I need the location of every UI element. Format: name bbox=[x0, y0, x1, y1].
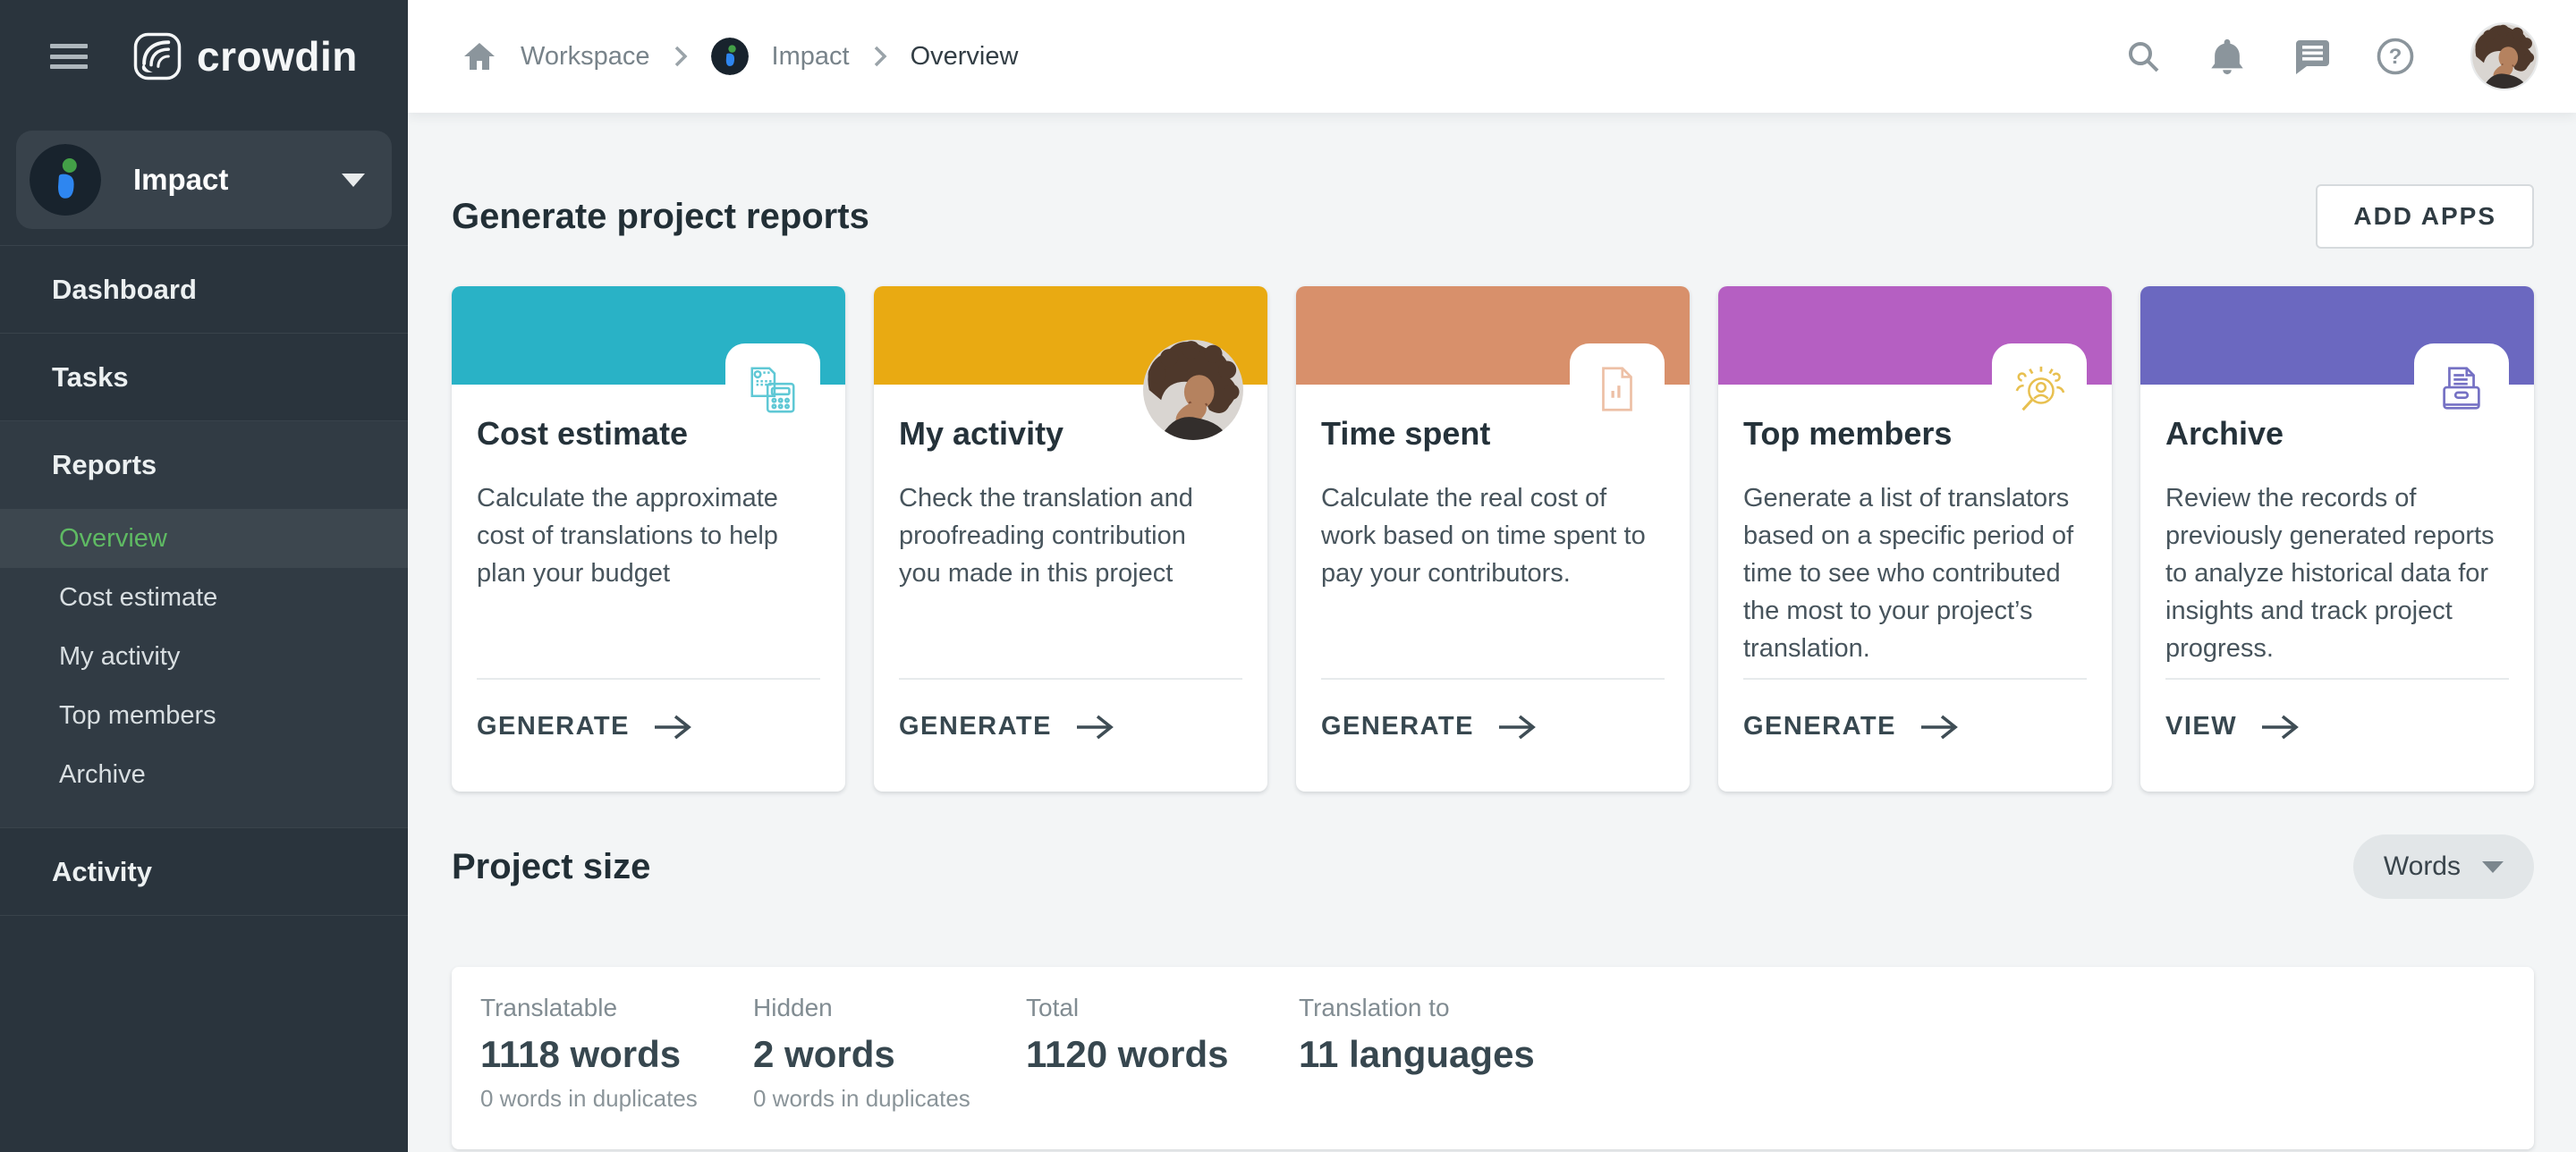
crowdin-logo-icon bbox=[132, 31, 182, 81]
topbar-actions: ? bbox=[2123, 22, 2538, 90]
svg-text:?: ? bbox=[2389, 45, 2402, 69]
arrow-right-icon bbox=[1919, 713, 1959, 741]
sidebar-item-reports-overview[interactable]: Overview bbox=[0, 509, 408, 568]
reports-section-header: Generate project reports ADD APPS bbox=[452, 184, 2534, 249]
breadcrumb-current-page: Overview bbox=[911, 42, 1019, 72]
card-title: Time spent bbox=[1321, 415, 1665, 453]
report-card-archive[interactable]: Archive Review the records of previously… bbox=[2140, 286, 2534, 792]
arrow-right-icon bbox=[1075, 713, 1114, 741]
messages-icon[interactable] bbox=[2292, 37, 2331, 76]
chevron-down-icon bbox=[2482, 861, 2504, 873]
generate-link[interactable]: GENERATE bbox=[477, 712, 692, 741]
card-title: Top members bbox=[1743, 415, 2087, 453]
sidebar-nav: Dashboard Tasks Reports Overview Cost es… bbox=[0, 245, 408, 916]
user-photo-avatar bbox=[1143, 340, 1243, 440]
card-title: Cost estimate bbox=[477, 415, 820, 453]
stat-hidden: Hidden 2 words 0 words in duplicates bbox=[753, 994, 1026, 1149]
time-spent-icon bbox=[1589, 361, 1645, 417]
chevron-right-icon bbox=[674, 45, 688, 68]
unit-selector-dropdown[interactable]: Words bbox=[2353, 834, 2534, 899]
sidebar-item-reports[interactable]: Reports bbox=[0, 421, 408, 509]
card-description: Calculate the approximate cost of transl… bbox=[477, 479, 812, 592]
notifications-bell-icon[interactable] bbox=[2207, 37, 2247, 76]
arrow-right-icon bbox=[2260, 713, 2300, 741]
card-description: Generate a list of translators based on … bbox=[1743, 479, 2079, 667]
card-description: Review the records of previously generat… bbox=[2165, 479, 2501, 667]
cost-estimate-icon bbox=[745, 361, 801, 417]
report-card-my-activity[interactable]: My activity Check the translation and pr… bbox=[874, 286, 1267, 792]
stat-translation-to: Translation to 11 languages bbox=[1299, 994, 1572, 1149]
project-avatar bbox=[30, 144, 101, 216]
add-apps-button[interactable]: ADD APPS bbox=[2316, 184, 2534, 249]
project-selector[interactable]: Impact bbox=[16, 131, 392, 229]
arrow-right-icon bbox=[653, 713, 692, 741]
sidebar-item-reports-my-activity[interactable]: My activity bbox=[0, 627, 408, 686]
top-members-icon bbox=[2012, 361, 2067, 417]
report-card-cost-estimate[interactable]: Cost estimate Calculate the approximate … bbox=[452, 286, 845, 792]
topbar: Workspace Impact Overview bbox=[408, 0, 2576, 113]
sidebar-item-dashboard[interactable]: Dashboard bbox=[0, 246, 408, 334]
chevron-right-icon bbox=[873, 45, 887, 68]
hamburger-menu-icon[interactable] bbox=[50, 44, 88, 69]
page-title: Generate project reports bbox=[452, 195, 869, 238]
main-content: Generate project reports ADD APPS Cost e… bbox=[408, 113, 2576, 1152]
archive-icon bbox=[2434, 361, 2489, 417]
report-card-time-spent[interactable]: Time spent Calculate the real cost of wo… bbox=[1296, 286, 1690, 792]
crowdin-wordmark: crowdin bbox=[197, 32, 358, 80]
card-title: Archive bbox=[2165, 415, 2509, 453]
sidebar-section-reports: Reports Overview Cost estimate My activi… bbox=[0, 421, 408, 828]
view-link[interactable]: VIEW bbox=[2165, 712, 2300, 741]
generate-link[interactable]: GENERATE bbox=[1743, 712, 1959, 741]
sidebar-item-reports-top-members[interactable]: Top members bbox=[0, 686, 408, 745]
user-avatar[interactable] bbox=[2470, 22, 2538, 90]
sidebar-item-activity[interactable]: Activity bbox=[0, 828, 408, 916]
stat-translatable: Translatable 1118 words 0 words in dupli… bbox=[480, 994, 753, 1149]
breadcrumb-workspace[interactable]: Workspace bbox=[521, 42, 650, 72]
chevron-down-icon bbox=[342, 174, 365, 187]
card-description: Check the translation and proofreading c… bbox=[899, 479, 1234, 592]
project-size-stats-panel: Translatable 1118 words 0 words in dupli… bbox=[452, 967, 2534, 1149]
report-card-top-members[interactable]: Top members Generate a list of translato… bbox=[1718, 286, 2112, 792]
breadcrumb-project-avatar bbox=[711, 38, 749, 75]
generate-link[interactable]: GENERATE bbox=[1321, 712, 1537, 741]
sidebar-header: crowdin bbox=[0, 0, 408, 113]
crowdin-logo[interactable]: crowdin bbox=[132, 31, 358, 81]
report-cards: Cost estimate Calculate the approximate … bbox=[452, 286, 2534, 792]
sidebar-item-reports-archive[interactable]: Archive bbox=[0, 745, 408, 804]
project-size-header: Project size Words bbox=[452, 834, 2534, 899]
project-selector-label: Impact bbox=[133, 163, 342, 197]
sidebar-item-reports-cost-estimate[interactable]: Cost estimate bbox=[0, 568, 408, 627]
breadcrumb-project[interactable]: Impact bbox=[772, 42, 850, 72]
card-description: Calculate the real cost of work based on… bbox=[1321, 479, 1657, 592]
help-icon[interactable]: ? bbox=[2376, 37, 2415, 76]
sidebar-item-tasks[interactable]: Tasks bbox=[0, 334, 408, 421]
arrow-right-icon bbox=[1497, 713, 1537, 741]
sidebar: crowdin Impact Dashboard Tasks Reports O… bbox=[0, 0, 408, 1152]
project-size-title: Project size bbox=[452, 845, 650, 888]
search-icon[interactable] bbox=[2123, 37, 2163, 76]
home-icon[interactable] bbox=[462, 38, 497, 74]
unit-selector-value: Words bbox=[2384, 851, 2461, 882]
generate-link[interactable]: GENERATE bbox=[899, 712, 1114, 741]
breadcrumb: Workspace Impact Overview bbox=[462, 38, 2123, 75]
stat-total: Total 1120 words bbox=[1026, 994, 1299, 1149]
